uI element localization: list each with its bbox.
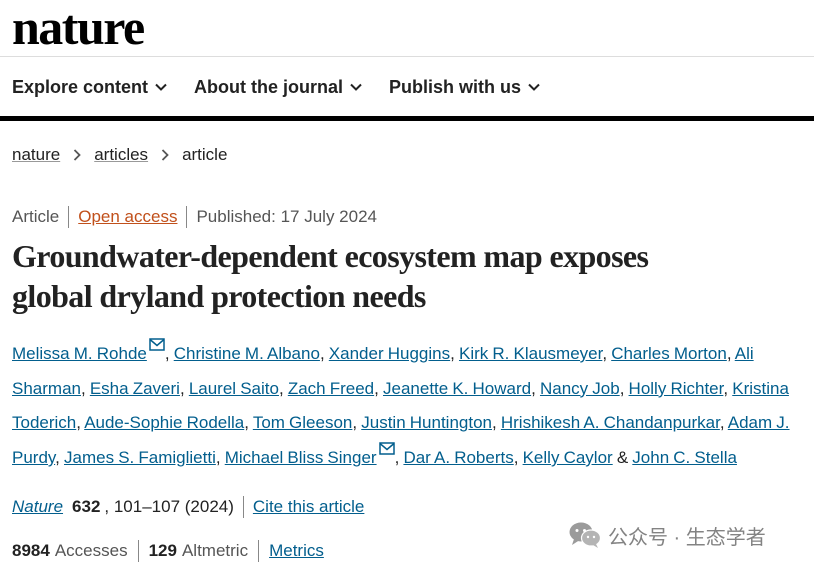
pages-year: , 101–107 (2024): [104, 497, 234, 516]
header-divider: [0, 56, 814, 57]
author-link[interactable]: Nancy Job: [540, 379, 620, 398]
accesses-count: 8984: [12, 541, 50, 560]
author-link[interactable]: Zach Freed: [288, 379, 374, 398]
metrics-divider: [258, 540, 260, 562]
author-link[interactable]: Kirk R. Klausmeyer: [459, 344, 602, 363]
author-link[interactable]: Aude-Sophie Rodella: [84, 413, 244, 432]
nav-label: Publish with us: [389, 76, 522, 97]
altmetric-label: Altmetric: [181, 541, 249, 560]
author-link[interactable]: Charles Morton: [611, 344, 727, 363]
author-link[interactable]: Laurel Saito: [189, 379, 279, 398]
meta-divider: [68, 206, 70, 228]
breadcrumb-nature[interactable]: nature: [12, 145, 60, 165]
nav-label: Explore content: [12, 76, 149, 97]
published-date: Published: 17 July 2024: [196, 207, 377, 226]
author-link[interactable]: Melissa M. Rohde: [12, 344, 147, 363]
author-link[interactable]: James S. Famiglietti: [64, 448, 216, 467]
metrics-link[interactable]: Metrics: [269, 541, 324, 561]
article-meta: Article Open access Published: 17 July 2…: [12, 206, 377, 228]
title-line-2: global dryland protection needs: [12, 278, 426, 314]
breadcrumb: nature articles article: [12, 144, 227, 166]
nav-explore-content[interactable]: Explore content: [12, 77, 167, 98]
author-link[interactable]: Holly Richter: [629, 379, 724, 398]
author-link[interactable]: Tom Gleeson: [253, 413, 353, 432]
open-access-link[interactable]: Open access: [78, 207, 177, 227]
author-link[interactable]: Esha Zaveri: [90, 379, 180, 398]
chevron-right-icon: [161, 149, 169, 161]
author-link[interactable]: Michael Bliss Singer: [225, 448, 377, 467]
nav-about-the-journal[interactable]: About the journal: [194, 77, 362, 98]
author-link[interactable]: Jeanette K. Howard: [383, 379, 531, 398]
author-link[interactable]: Kelly Caylor: [523, 448, 613, 467]
author-ampersand: &: [616, 448, 629, 468]
meta-divider: [186, 206, 188, 228]
author-link[interactable]: Xander Huggins: [329, 344, 450, 363]
altmetric-score: 129: [148, 541, 177, 560]
title-line-1: Groundwater-dependent ecosystem map expo…: [12, 238, 649, 274]
metrics-divider: [137, 540, 139, 562]
chevron-right-icon: [74, 149, 81, 161]
main-nav: Explore content About the journal Publis…: [12, 76, 567, 98]
accesses-label: Accesses: [54, 541, 128, 560]
nav-publish-with-us[interactable]: Publish with us: [389, 77, 540, 98]
nav-label: About the journal: [194, 76, 344, 97]
cite-this-article-link[interactable]: Cite this article: [253, 497, 364, 517]
wechat-icon: [569, 522, 602, 548]
nav-divider: [0, 116, 814, 121]
chevron-down-icon: [350, 83, 362, 91]
author-link[interactable]: Christine M. Albano: [174, 344, 320, 363]
wechat-watermark: 公众号 · 生态学者: [568, 521, 766, 549]
mail-icon[interactable]: [149, 338, 165, 351]
author-link[interactable]: John C. Stella: [632, 448, 737, 467]
author-link[interactable]: Hrishikesh A. Chandanpurkar: [501, 413, 720, 432]
citation-line: Nature 632 , 101–107 (2024) Cite this ar…: [12, 495, 364, 519]
author-list: Melissa M. Rohde, Christine M. Albano, X…: [12, 337, 812, 476]
watermark-text: 公众号 · 生态学者: [608, 526, 766, 549]
journal-link[interactable]: Nature: [12, 497, 63, 517]
chevron-down-icon: [528, 83, 540, 91]
chevron-down-icon: [155, 83, 167, 91]
citation-divider: [242, 496, 244, 518]
breadcrumb-articles[interactable]: articles: [94, 145, 148, 165]
metrics-bar: 8984 Accesses 129 Altmetric Metrics: [12, 539, 324, 563]
article-type: Article: [12, 207, 60, 226]
author-link[interactable]: Justin Huntington: [361, 413, 492, 432]
mail-icon[interactable]: [378, 442, 395, 455]
volume: 632: [72, 497, 101, 516]
article-title: Groundwater-dependent ecosystem map expo…: [12, 236, 802, 316]
author-link[interactable]: Dar A. Roberts: [403, 448, 513, 467]
breadcrumb-current: article: [182, 145, 228, 164]
nature-logo[interactable]: nature: [12, 2, 145, 52]
